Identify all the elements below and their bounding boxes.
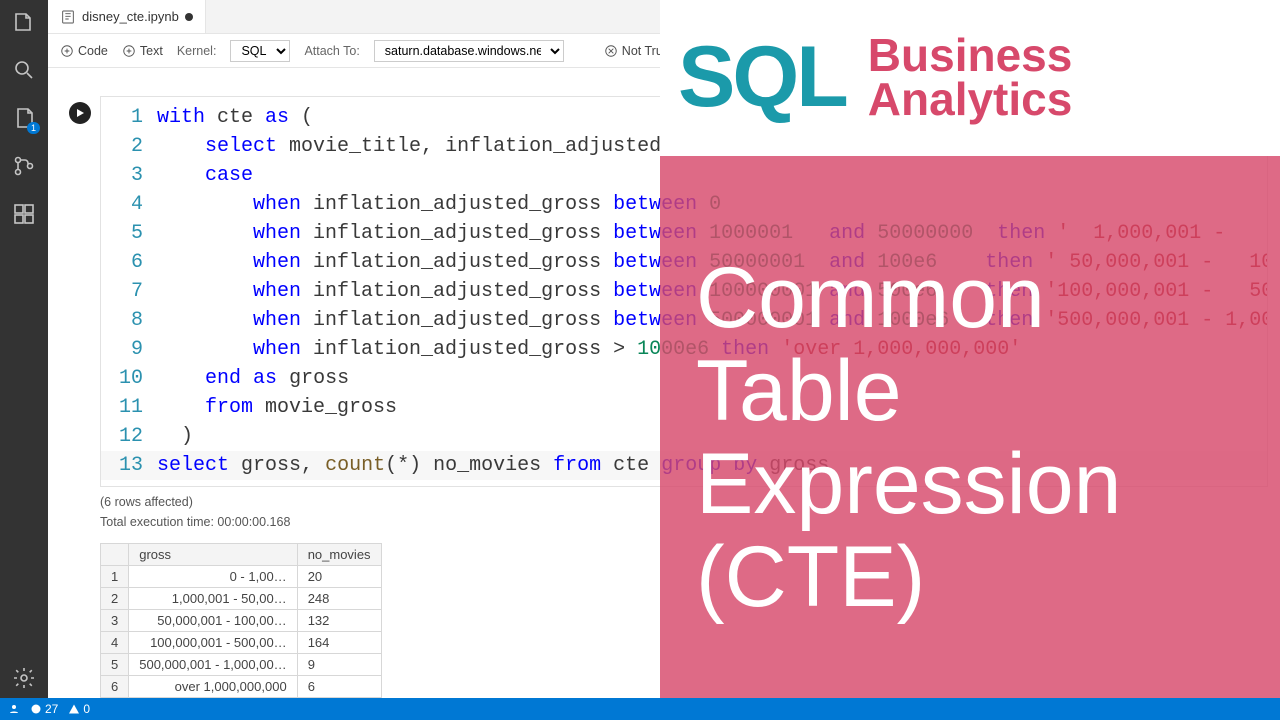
- code-content: when inflation_adjusted_gross between 50…: [157, 248, 1267, 277]
- code-content: with cte as (: [157, 103, 1267, 132]
- code-content: when inflation_adjusted_gross between 50…: [157, 306, 1267, 335]
- line-number: 7: [101, 277, 157, 306]
- search-icon[interactable]: [10, 56, 38, 84]
- table-row: 5500,000,001 - 1,000,00…9: [101, 654, 382, 676]
- table-row: 6over 1,000,000,0006: [101, 676, 382, 698]
- tab-bar: disney_cte.ipynb: [48, 0, 1280, 34]
- code-cell: 1with cte as (2 select movie_title, infl…: [60, 96, 1268, 487]
- attach-to-select[interactable]: saturn.database.windows.ne: [374, 40, 564, 62]
- editor-area: disney_cte.ipynb Code Text Kernel: SQL A…: [48, 0, 1280, 720]
- notebook-file-icon: [60, 9, 76, 25]
- notebook-body: 1with cte as (2 select movie_title, infl…: [48, 68, 1280, 720]
- add-code-button[interactable]: Code: [60, 44, 108, 58]
- table-row: 3 50,000,001 - 100,00…132: [101, 610, 382, 632]
- code-line: 3 case: [101, 161, 1267, 190]
- status-bar: 27 0: [0, 698, 1280, 720]
- kernel-select[interactable]: SQL: [230, 40, 290, 62]
- column-header: no_movies: [297, 544, 381, 566]
- line-number: 2: [101, 132, 157, 161]
- tab-disney-cte[interactable]: disney_cte.ipynb: [48, 0, 206, 33]
- line-number: 12: [101, 422, 157, 451]
- result-table: grossno_movies1 0 - 1,00…202 1,000,001 -…: [100, 543, 382, 698]
- code-content: case: [157, 161, 1267, 190]
- code-line: 9 when inflation_adjusted_gross > 1000e6…: [101, 335, 1267, 364]
- code-content: ): [157, 422, 1267, 451]
- code-content: from movie_gross: [157, 393, 1267, 422]
- cell-output: (6 rows affected) Total execution time: …: [100, 495, 1268, 698]
- line-number: 3: [101, 161, 157, 190]
- execution-time: Total execution time: 00:00:00.168: [100, 515, 1268, 529]
- code-line: 6 when inflation_adjusted_gross between …: [101, 248, 1267, 277]
- code-line: 11 from movie_gross: [101, 393, 1267, 422]
- column-header: gross: [129, 544, 297, 566]
- not-trusted-button[interactable]: Not Trusted: [604, 44, 687, 58]
- code-line: 7 when inflation_adjusted_gross between …: [101, 277, 1267, 306]
- line-number: 5: [101, 219, 157, 248]
- code-line: 4 when inflation_adjusted_gross between …: [101, 190, 1267, 219]
- code-content: when inflation_adjusted_gross between 10…: [157, 277, 1267, 306]
- table-row: 2 1,000,001 - 50,00…248: [101, 588, 382, 610]
- line-number: 8: [101, 306, 157, 335]
- code-content: select movie_title, inflation_adjusted_g…: [157, 132, 1267, 161]
- code-line: 5 when inflation_adjusted_gross between …: [101, 219, 1267, 248]
- cell-gutter: [60, 96, 100, 487]
- code-line: 2 select movie_title, inflation_adjusted…: [101, 132, 1267, 161]
- rows-affected: (6 rows affected): [100, 495, 1268, 509]
- add-text-button[interactable]: Text: [122, 44, 163, 58]
- status-account-icon[interactable]: [8, 703, 20, 715]
- kernel-label: Kernel:: [177, 44, 217, 58]
- tab-filename: disney_cte.ipynb: [82, 9, 179, 24]
- table-row: 1 0 - 1,00…20: [101, 566, 382, 588]
- table-row: 4100,000,001 - 500,00…164: [101, 632, 382, 654]
- run-cells-button[interactable]: Run: [700, 44, 741, 58]
- code-line: 1with cte as (: [101, 103, 1267, 132]
- line-number: 6: [101, 248, 157, 277]
- code-line: 12 ): [101, 422, 1267, 451]
- status-errors[interactable]: 27: [30, 702, 58, 716]
- code-content: end as gross: [157, 364, 1267, 393]
- line-number: 9: [101, 335, 157, 364]
- code-line: 8 when inflation_adjusted_gross between …: [101, 306, 1267, 335]
- code-editor[interactable]: 1with cte as (2 select movie_title, infl…: [100, 96, 1268, 487]
- line-number: 4: [101, 190, 157, 219]
- settings-gear-icon[interactable]: [10, 664, 38, 692]
- line-number: 10: [101, 364, 157, 393]
- status-warnings[interactable]: 0: [68, 702, 90, 716]
- code-content: when inflation_adjusted_gross between 0: [157, 190, 1267, 219]
- code-line: 10 end as gross: [101, 364, 1267, 393]
- run-cell-button[interactable]: [69, 102, 91, 124]
- activity-bar: 1: [0, 0, 48, 720]
- explorer-icon[interactable]: [10, 8, 38, 36]
- notebook-toolbar: Code Text Kernel: SQL Attach To: saturn.…: [48, 34, 1280, 68]
- code-content: select gross, count(*) no_movies from ct…: [157, 451, 1267, 480]
- code-content: when inflation_adjusted_gross > 1000e6 t…: [157, 335, 1267, 364]
- notebooks-icon[interactable]: 1: [10, 104, 38, 132]
- source-control-icon[interactable]: [10, 152, 38, 180]
- line-number: 1: [101, 103, 157, 132]
- code-content: when inflation_adjusted_gross between 10…: [157, 219, 1267, 248]
- extensions-icon[interactable]: [10, 200, 38, 228]
- line-number: 13: [101, 451, 157, 480]
- attach-to-label: Attach To:: [304, 44, 359, 58]
- line-number: 11: [101, 393, 157, 422]
- code-line: 13select gross, count(*) no_movies from …: [101, 451, 1267, 480]
- dirty-indicator-icon: [185, 13, 193, 21]
